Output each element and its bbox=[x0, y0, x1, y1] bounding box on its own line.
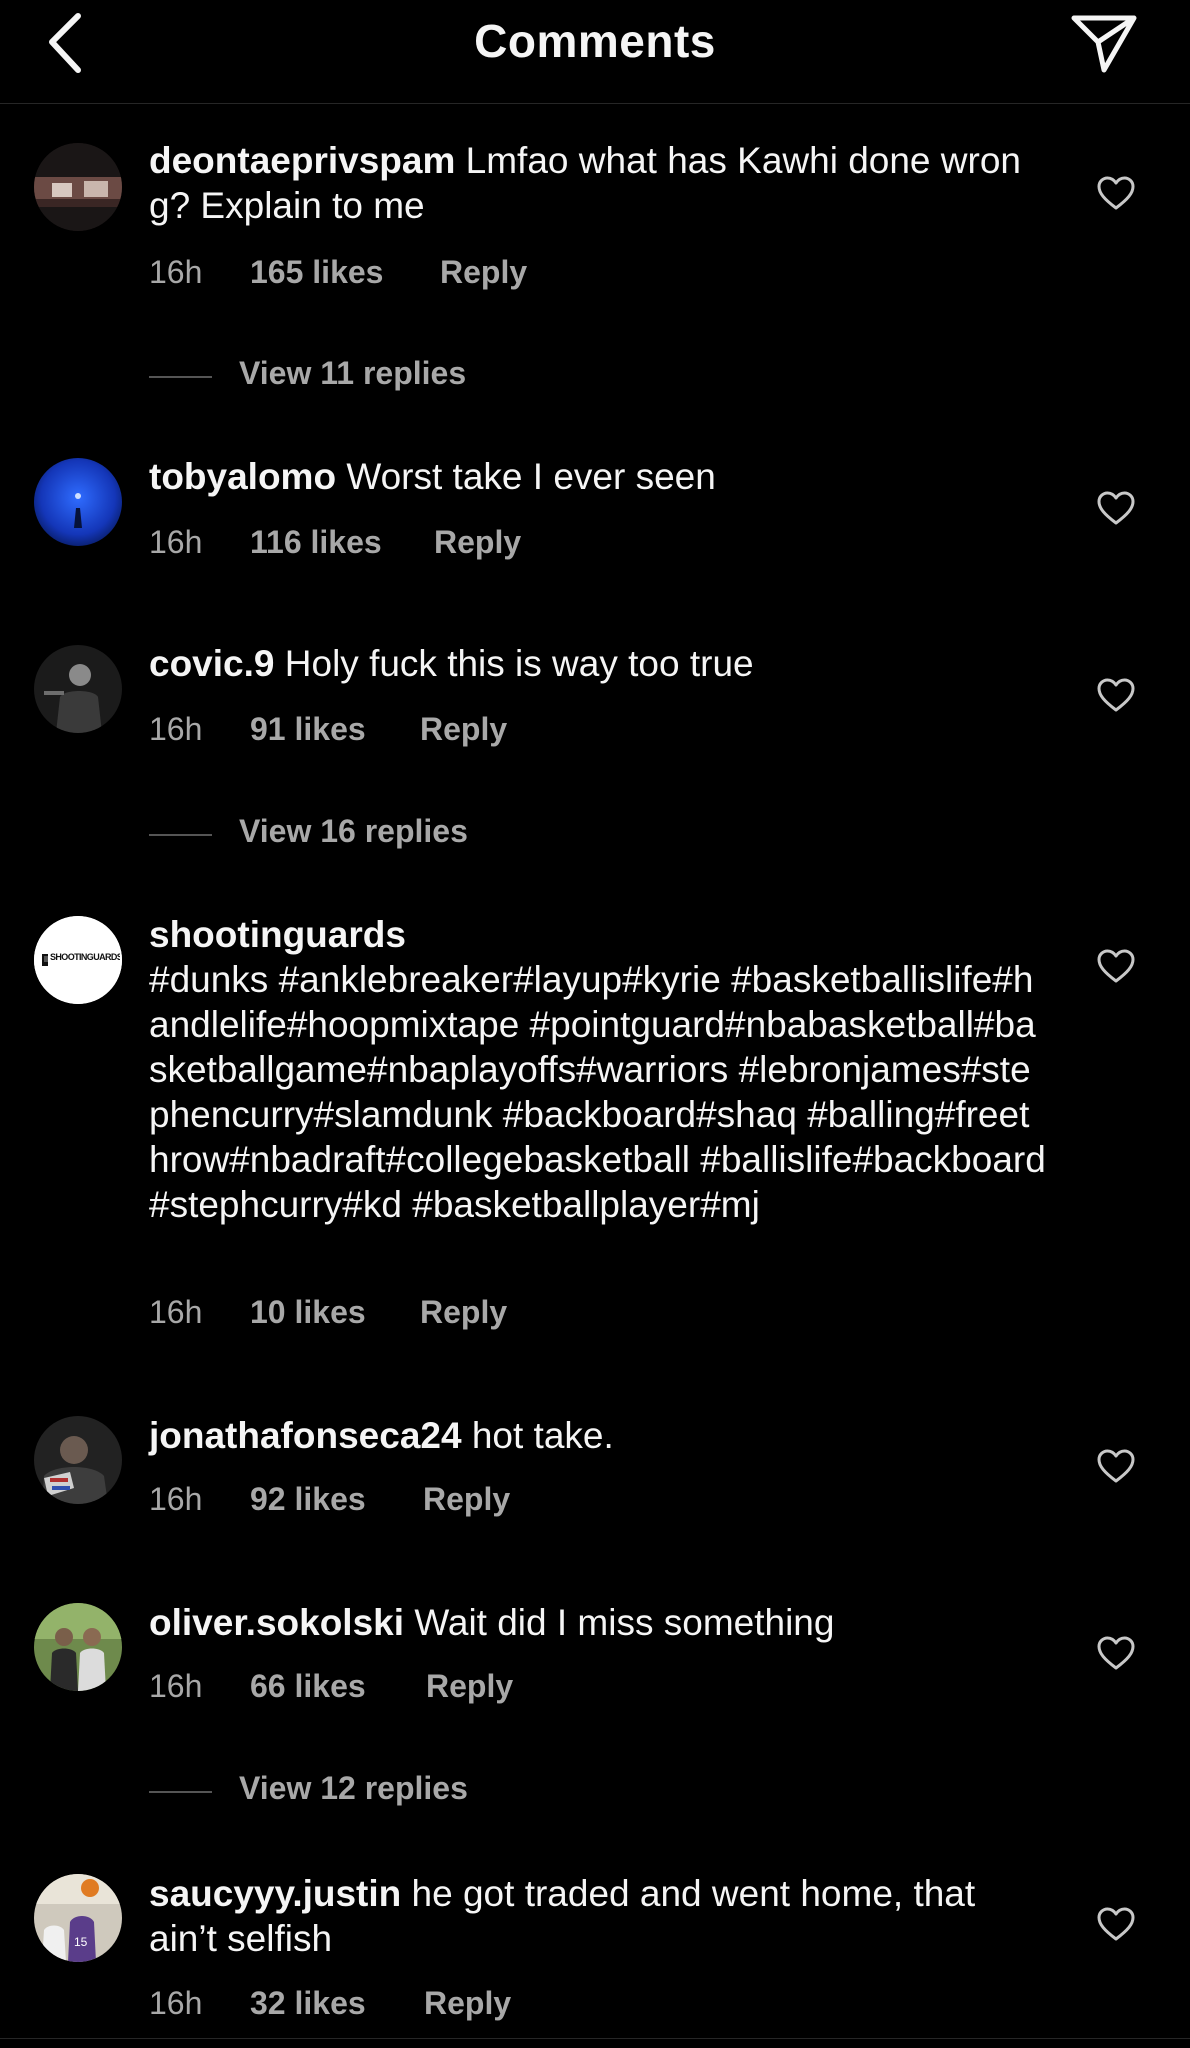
reply-button[interactable]: Reply bbox=[420, 1294, 507, 1331]
comment-likes[interactable]: 32 likes bbox=[250, 1985, 366, 2022]
comment-time: 16h bbox=[149, 1481, 203, 1517]
comment-body: shootinguards #dunks #anklebreaker#layup… bbox=[149, 912, 1049, 1227]
comment-username[interactable]: tobyalomo bbox=[149, 456, 336, 497]
comment-body: oliver.sokolski Wait did I miss somethin… bbox=[149, 1600, 1049, 1645]
view-replies-label: View 12 replies bbox=[239, 1770, 468, 1806]
heart-icon bbox=[1097, 176, 1135, 210]
like-button[interactable] bbox=[1096, 489, 1136, 529]
like-button[interactable] bbox=[1096, 1634, 1136, 1674]
comment-username[interactable]: deontaeprivspam bbox=[149, 140, 455, 181]
comment-text: Holy fuck this is way too true bbox=[284, 643, 754, 684]
reply-button[interactable]: Reply bbox=[434, 524, 521, 561]
avatar[interactable]: SHOOTINGUARDS bbox=[34, 916, 122, 1004]
like-button[interactable] bbox=[1096, 1905, 1136, 1945]
avatar[interactable] bbox=[34, 645, 122, 733]
comment-text: #dunks #anklebreaker#layup#kyrie #basket… bbox=[149, 959, 1046, 1225]
avatar-image bbox=[34, 1603, 122, 1691]
avatar-image bbox=[34, 458, 122, 546]
comment-username[interactable]: oliver.sokolski bbox=[149, 1602, 404, 1643]
comment-time: 16h bbox=[149, 1668, 203, 1704]
comment-text: hot take. bbox=[471, 1415, 614, 1456]
comment-time: 16h bbox=[149, 1985, 203, 2021]
avatar[interactable] bbox=[34, 1416, 122, 1504]
comment-likes[interactable]: 91 likes bbox=[250, 711, 366, 748]
avatar-image bbox=[34, 645, 122, 733]
comment-time: 16h bbox=[149, 1294, 203, 1330]
reply-button[interactable]: Reply bbox=[423, 1481, 510, 1518]
comment-time: 16h bbox=[149, 711, 203, 747]
reply-button[interactable]: Reply bbox=[420, 711, 507, 748]
avatar[interactable] bbox=[34, 143, 122, 231]
comment-likes[interactable]: 165 likes bbox=[250, 254, 383, 291]
like-button[interactable] bbox=[1096, 947, 1136, 987]
reply-button[interactable]: Reply bbox=[426, 1668, 513, 1705]
comment-body: jonathafonseca24 hot take. bbox=[149, 1413, 1049, 1458]
heart-icon bbox=[1097, 491, 1135, 525]
avatar[interactable]: 15 bbox=[34, 1874, 122, 1962]
comment-text: Worst take I ever seen bbox=[346, 456, 716, 497]
replies-divider bbox=[149, 1791, 212, 1793]
heart-icon bbox=[1097, 1449, 1135, 1483]
share-button[interactable] bbox=[1068, 10, 1140, 76]
avatar-logo-text: SHOOTINGUARDS bbox=[50, 952, 120, 962]
avatar[interactable] bbox=[34, 458, 122, 546]
like-button[interactable] bbox=[1096, 1447, 1136, 1487]
comment-body: saucyyy.justin he got traded and went ho… bbox=[149, 1871, 989, 1961]
avatar-image bbox=[34, 143, 122, 231]
comment-likes[interactable]: 92 likes bbox=[250, 1481, 366, 1518]
page-title: Comments bbox=[474, 15, 716, 67]
like-button[interactable] bbox=[1096, 174, 1136, 214]
comment-time: 16h bbox=[149, 524, 203, 560]
comment-text: Wait did I miss something bbox=[414, 1602, 835, 1643]
avatar[interactable] bbox=[34, 1603, 122, 1691]
comment-body: tobyalomo Worst take I ever seen bbox=[149, 454, 1049, 499]
heart-icon bbox=[1097, 1636, 1135, 1670]
avatar-image: 15 bbox=[34, 1874, 122, 1962]
comment-likes[interactable]: 66 likes bbox=[250, 1668, 366, 1705]
comment-time: 16h bbox=[149, 254, 203, 290]
comment-username[interactable]: shootinguards bbox=[149, 912, 1049, 957]
bottom-divider bbox=[0, 2038, 1190, 2039]
heart-icon bbox=[1097, 949, 1135, 983]
like-button[interactable] bbox=[1096, 676, 1136, 716]
avatar-image bbox=[34, 1416, 122, 1504]
heart-icon bbox=[1097, 678, 1135, 712]
reply-button[interactable]: Reply bbox=[424, 1985, 511, 2022]
view-replies-label: View 11 replies bbox=[239, 355, 467, 391]
comment-body: covic.9 Holy fuck this is way too true bbox=[149, 641, 1049, 686]
heart-icon bbox=[1097, 1907, 1135, 1941]
comment-likes[interactable]: 10 likes bbox=[250, 1294, 366, 1331]
comment-username[interactable]: saucyyy.justin bbox=[149, 1873, 401, 1914]
comment-username[interactable]: covic.9 bbox=[149, 643, 274, 684]
paper-plane-icon bbox=[1071, 15, 1137, 73]
comment-body: deontaeprivspam Lmfao what has Kawhi don… bbox=[149, 138, 1049, 228]
view-replies-label: View 16 replies bbox=[239, 813, 468, 849]
comment-username[interactable]: jonathafonseca24 bbox=[149, 1415, 462, 1456]
header-bar: Comments bbox=[0, 0, 1190, 104]
comment-likes[interactable]: 116 likes bbox=[250, 524, 382, 561]
reply-button[interactable]: Reply bbox=[440, 254, 527, 291]
svg-text:15: 15 bbox=[74, 1935, 88, 1949]
replies-divider bbox=[149, 376, 212, 378]
replies-divider bbox=[149, 834, 212, 836]
